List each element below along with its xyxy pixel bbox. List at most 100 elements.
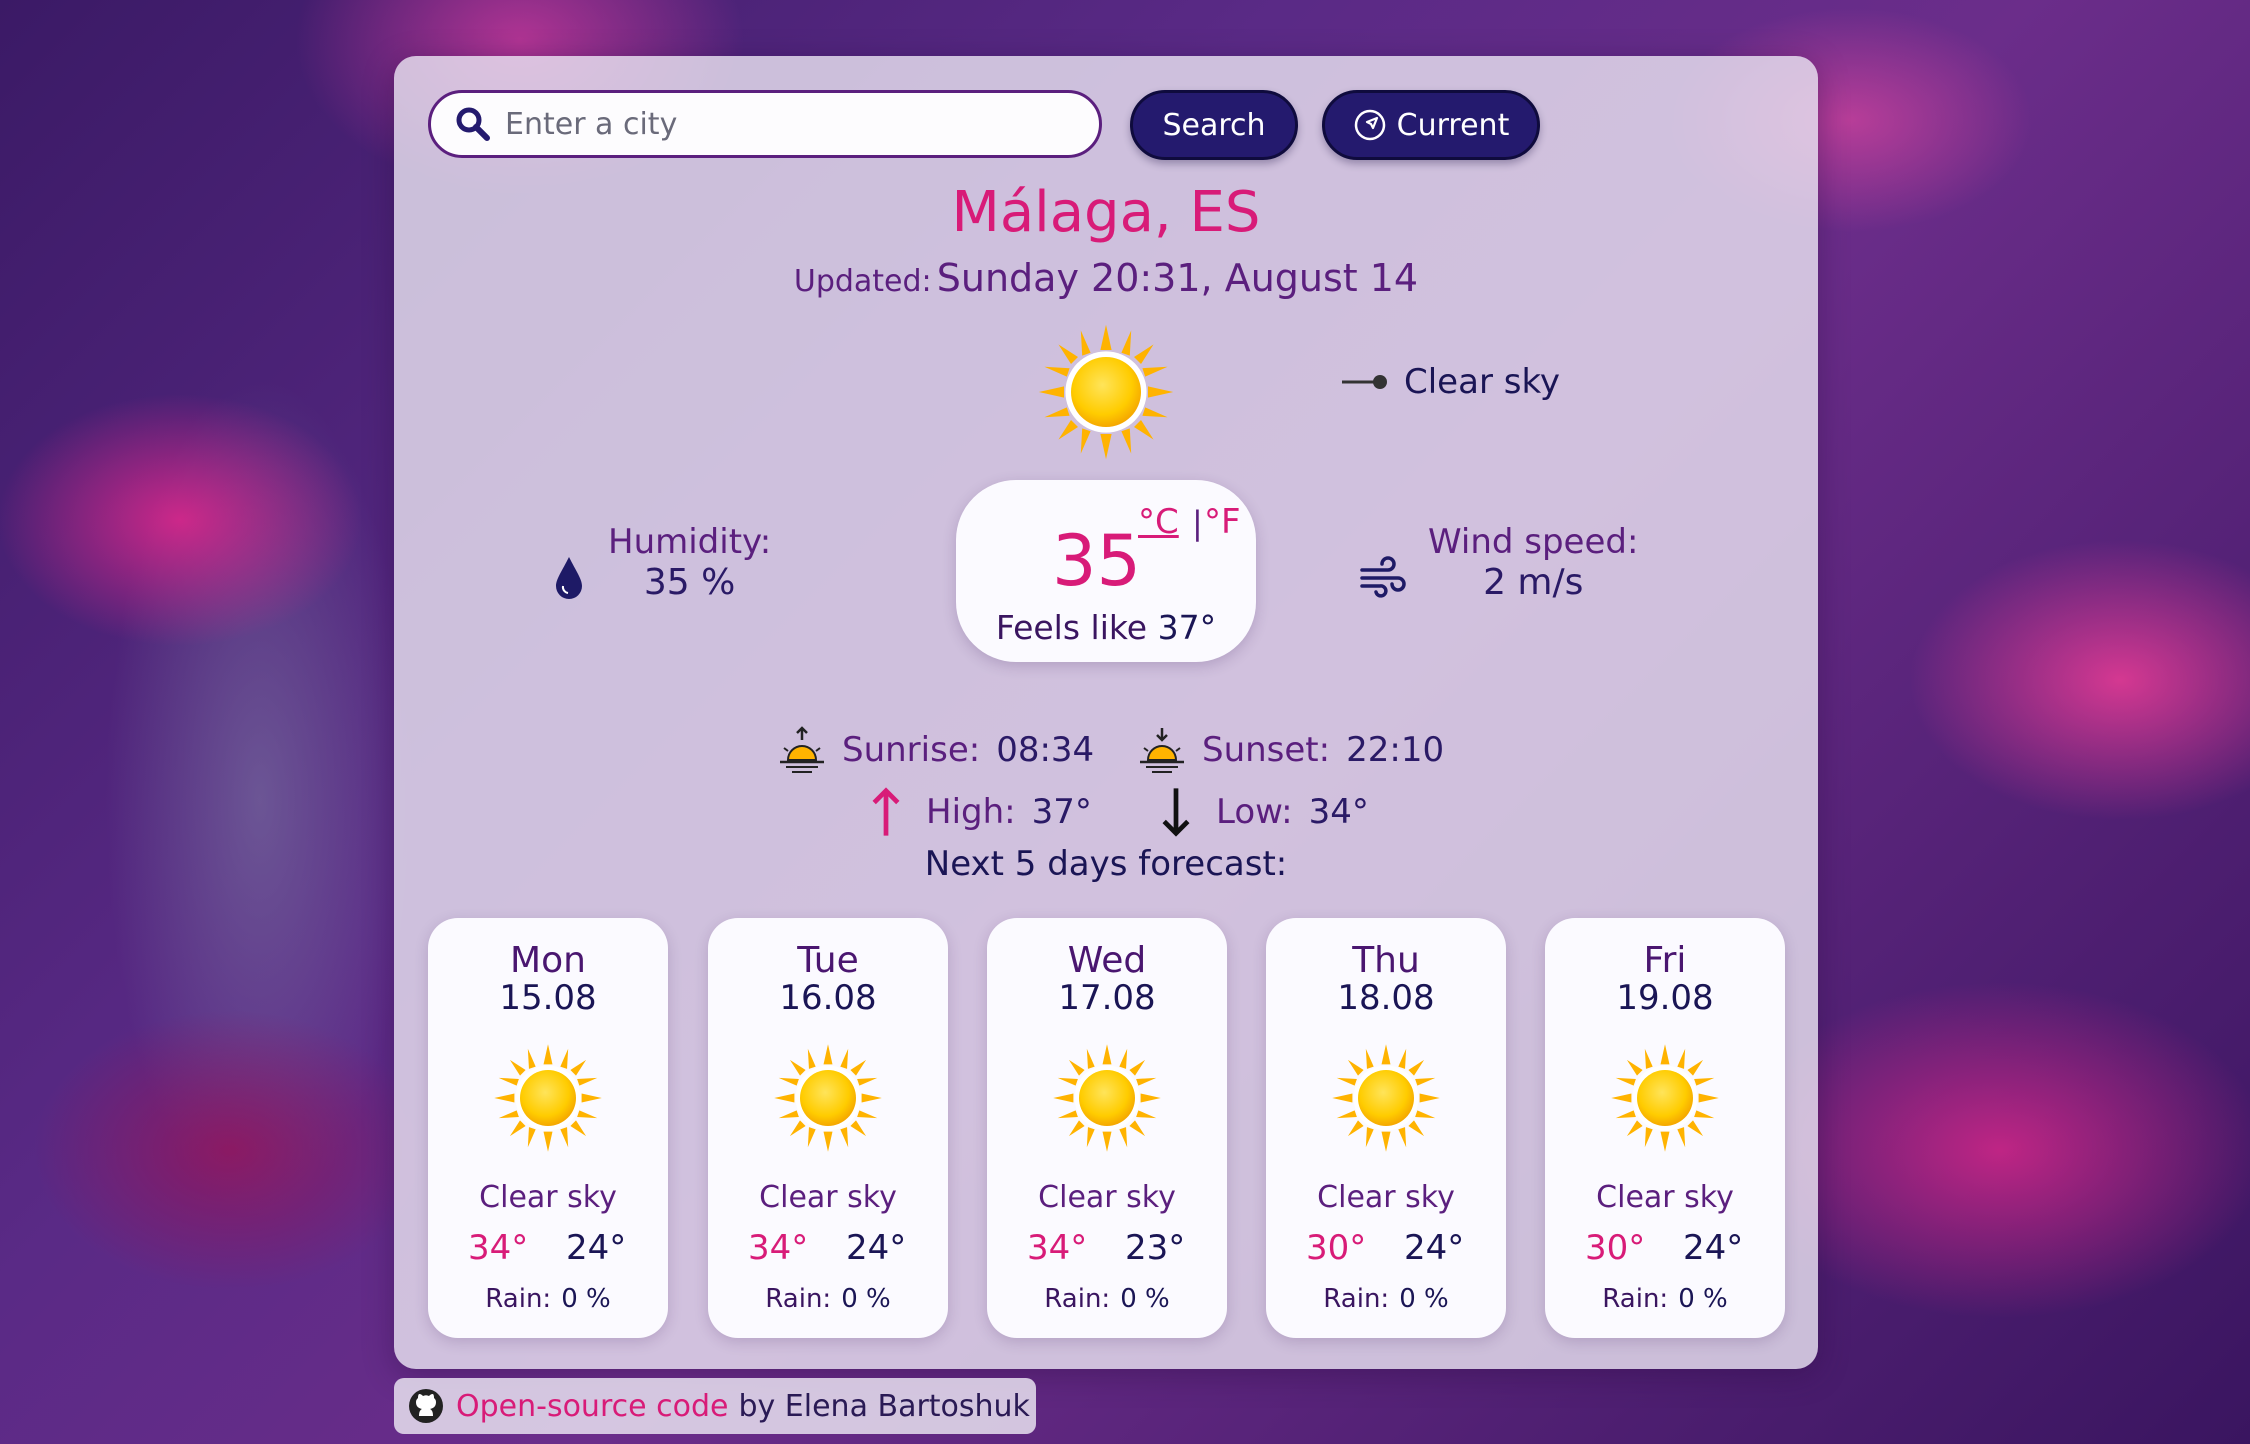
forecast-day-name: Fri: [1643, 940, 1687, 981]
sunrise-value: 08:34: [996, 730, 1095, 770]
sun-icon: [1036, 322, 1176, 462]
fahrenheit-toggle[interactable]: °F: [1204, 502, 1241, 542]
current-location-button[interactable]: Current: [1322, 90, 1540, 160]
search-button-label: Search: [1162, 107, 1266, 143]
sun-icon: [1051, 1042, 1163, 1154]
rain-label: Rain:: [1323, 1284, 1390, 1314]
weather-condition: Clear sky: [1340, 362, 1560, 402]
forecast-rain: Rain: 0 %: [987, 1284, 1227, 1314]
humidity: Humidity: 35 %: [552, 522, 771, 603]
low-value: 34°: [1308, 792, 1369, 832]
forecast-low: 24°: [1683, 1228, 1744, 1268]
updated-value: Sunday 20:31, August 14: [936, 256, 1419, 300]
wind-icon: [1360, 555, 1406, 598]
forecast-description: Clear sky: [1317, 1180, 1455, 1215]
celsius-toggle[interactable]: °C: [1138, 502, 1179, 542]
rain-label: Rain:: [1602, 1284, 1669, 1314]
rain-value: 0 %: [1678, 1284, 1728, 1314]
city-name: Málaga, ES: [951, 180, 1261, 245]
forecast-date: 16.08: [779, 978, 877, 1018]
forecast-high: 30°: [1585, 1228, 1646, 1268]
sun-icon: [492, 1042, 604, 1154]
weather-card: Search Current Málaga, ES Updated: Sunda…: [394, 56, 1818, 1369]
forecast-day-name: Tue: [797, 940, 859, 981]
forecast-title: Next 5 days forecast:: [924, 844, 1288, 884]
sunset-icon: [1140, 728, 1184, 773]
feels-like: Feels like 37°: [956, 608, 1256, 647]
forecast-low: 24°: [1404, 1228, 1465, 1268]
sun-icon: [772, 1042, 884, 1154]
rain-value: 0 %: [1120, 1284, 1170, 1314]
low-temp: Low: 34°: [1150, 786, 1369, 838]
rain-value: 0 %: [1399, 1284, 1449, 1314]
high-value: 37°: [1031, 792, 1092, 832]
forecast-high: 34°: [1027, 1228, 1088, 1268]
feels-like-value: 37°: [1157, 608, 1217, 647]
sunrise-icon: [780, 726, 824, 773]
forecast-day-name: Mon: [510, 940, 586, 981]
search-icon: [456, 107, 490, 141]
forecast-day-card: Fri 19.08 Clear sky 30° 24° Rain: 0 %: [1545, 918, 1785, 1338]
city-search-input[interactable]: [503, 105, 1067, 143]
forecast-rain: Rain: 0 %: [1266, 1284, 1506, 1314]
temperature-value: 35: [1052, 520, 1142, 602]
updated-label: Updated:: [793, 264, 932, 299]
humidity-label: Humidity:: [608, 522, 772, 562]
forecast-date: 19.08: [1616, 978, 1714, 1018]
arrow-down-icon: [1162, 788, 1190, 837]
location-icon: [1354, 109, 1385, 141]
rain-value: 0 %: [841, 1284, 891, 1314]
pin-icon: [1342, 375, 1387, 389]
sunset-label: Sunset:: [1202, 730, 1331, 770]
search-button[interactable]: Search: [1130, 90, 1298, 160]
current-button-label: Current: [1396, 107, 1510, 143]
forecast-description: Clear sky: [479, 1180, 617, 1215]
low-label: Low:: [1216, 792, 1293, 832]
forecast-rain: Rain: 0 %: [708, 1284, 948, 1314]
footer: Open-source code by Elena Bartoshuk: [394, 1378, 1036, 1434]
github-icon[interactable]: [408, 1388, 444, 1424]
sunrise: Sunrise: 08:34: [776, 724, 1094, 776]
sunset: Sunset: 22:10: [1136, 724, 1444, 776]
forecast-day-name: Thu: [1352, 940, 1420, 981]
sunrise-label: Sunrise:: [842, 730, 981, 770]
forecast-day-card: Mon 15.08 Clear sky 34° 24° Rain: 0 %: [428, 918, 668, 1338]
forecast-date: 18.08: [1337, 978, 1435, 1018]
updated-time: Updated: Sunday 20:31, August 14: [394, 256, 1818, 300]
forecast-rain: Rain: 0 %: [1545, 1284, 1785, 1314]
wind-speed: Wind speed: 2 m/s: [1358, 522, 1638, 603]
forecast-high: 30°: [1306, 1228, 1367, 1268]
forecast-day-card: Wed 17.08 Clear sky 34° 23° Rain: 0 %: [987, 918, 1227, 1338]
wind-value: 2 m/s: [1483, 562, 1584, 603]
forecast-date: 15.08: [499, 978, 597, 1018]
water-drop-icon: [556, 556, 582, 599]
forecast-day-card: Tue 16.08 Clear sky 34° 24° Rain: 0 %: [708, 918, 948, 1338]
forecast-day-card: Thu 18.08 Clear sky 30° 24° Rain: 0 %: [1266, 918, 1506, 1338]
forecast-day-name: Wed: [1067, 940, 1147, 981]
forecast-high: 34°: [748, 1228, 809, 1268]
forecast-low: 24°: [846, 1228, 907, 1268]
forecast-description: Clear sky: [1596, 1180, 1734, 1215]
rain-label: Rain:: [765, 1284, 832, 1314]
condition-description: Clear sky: [1404, 362, 1561, 402]
forecast-low: 23°: [1125, 1228, 1186, 1268]
arrow-up-icon: [872, 787, 900, 836]
sun-icon: [1609, 1042, 1721, 1154]
search-box: [428, 90, 1102, 158]
forecast-rain: Rain: 0 %: [428, 1284, 668, 1314]
open-source-link[interactable]: Open-source code: [456, 1389, 728, 1424]
forecast-high: 34°: [468, 1228, 529, 1268]
forecast-date: 17.08: [1058, 978, 1156, 1018]
unit-separator: |: [1192, 504, 1203, 542]
rain-value: 0 %: [561, 1284, 611, 1314]
sunset-value: 22:10: [1346, 730, 1445, 770]
high-label: High:: [926, 792, 1016, 832]
sun-icon: [1330, 1042, 1442, 1154]
wind-label: Wind speed:: [1428, 522, 1639, 562]
rain-label: Rain:: [1044, 1284, 1111, 1314]
forecast-low: 24°: [566, 1228, 627, 1268]
temperature-panel: 35 °C | °F Feels like 37°: [956, 480, 1256, 662]
rain-label: Rain:: [485, 1284, 552, 1314]
humidity-value: 35 %: [643, 562, 736, 603]
high-temp: High: 37°: [860, 786, 1092, 838]
